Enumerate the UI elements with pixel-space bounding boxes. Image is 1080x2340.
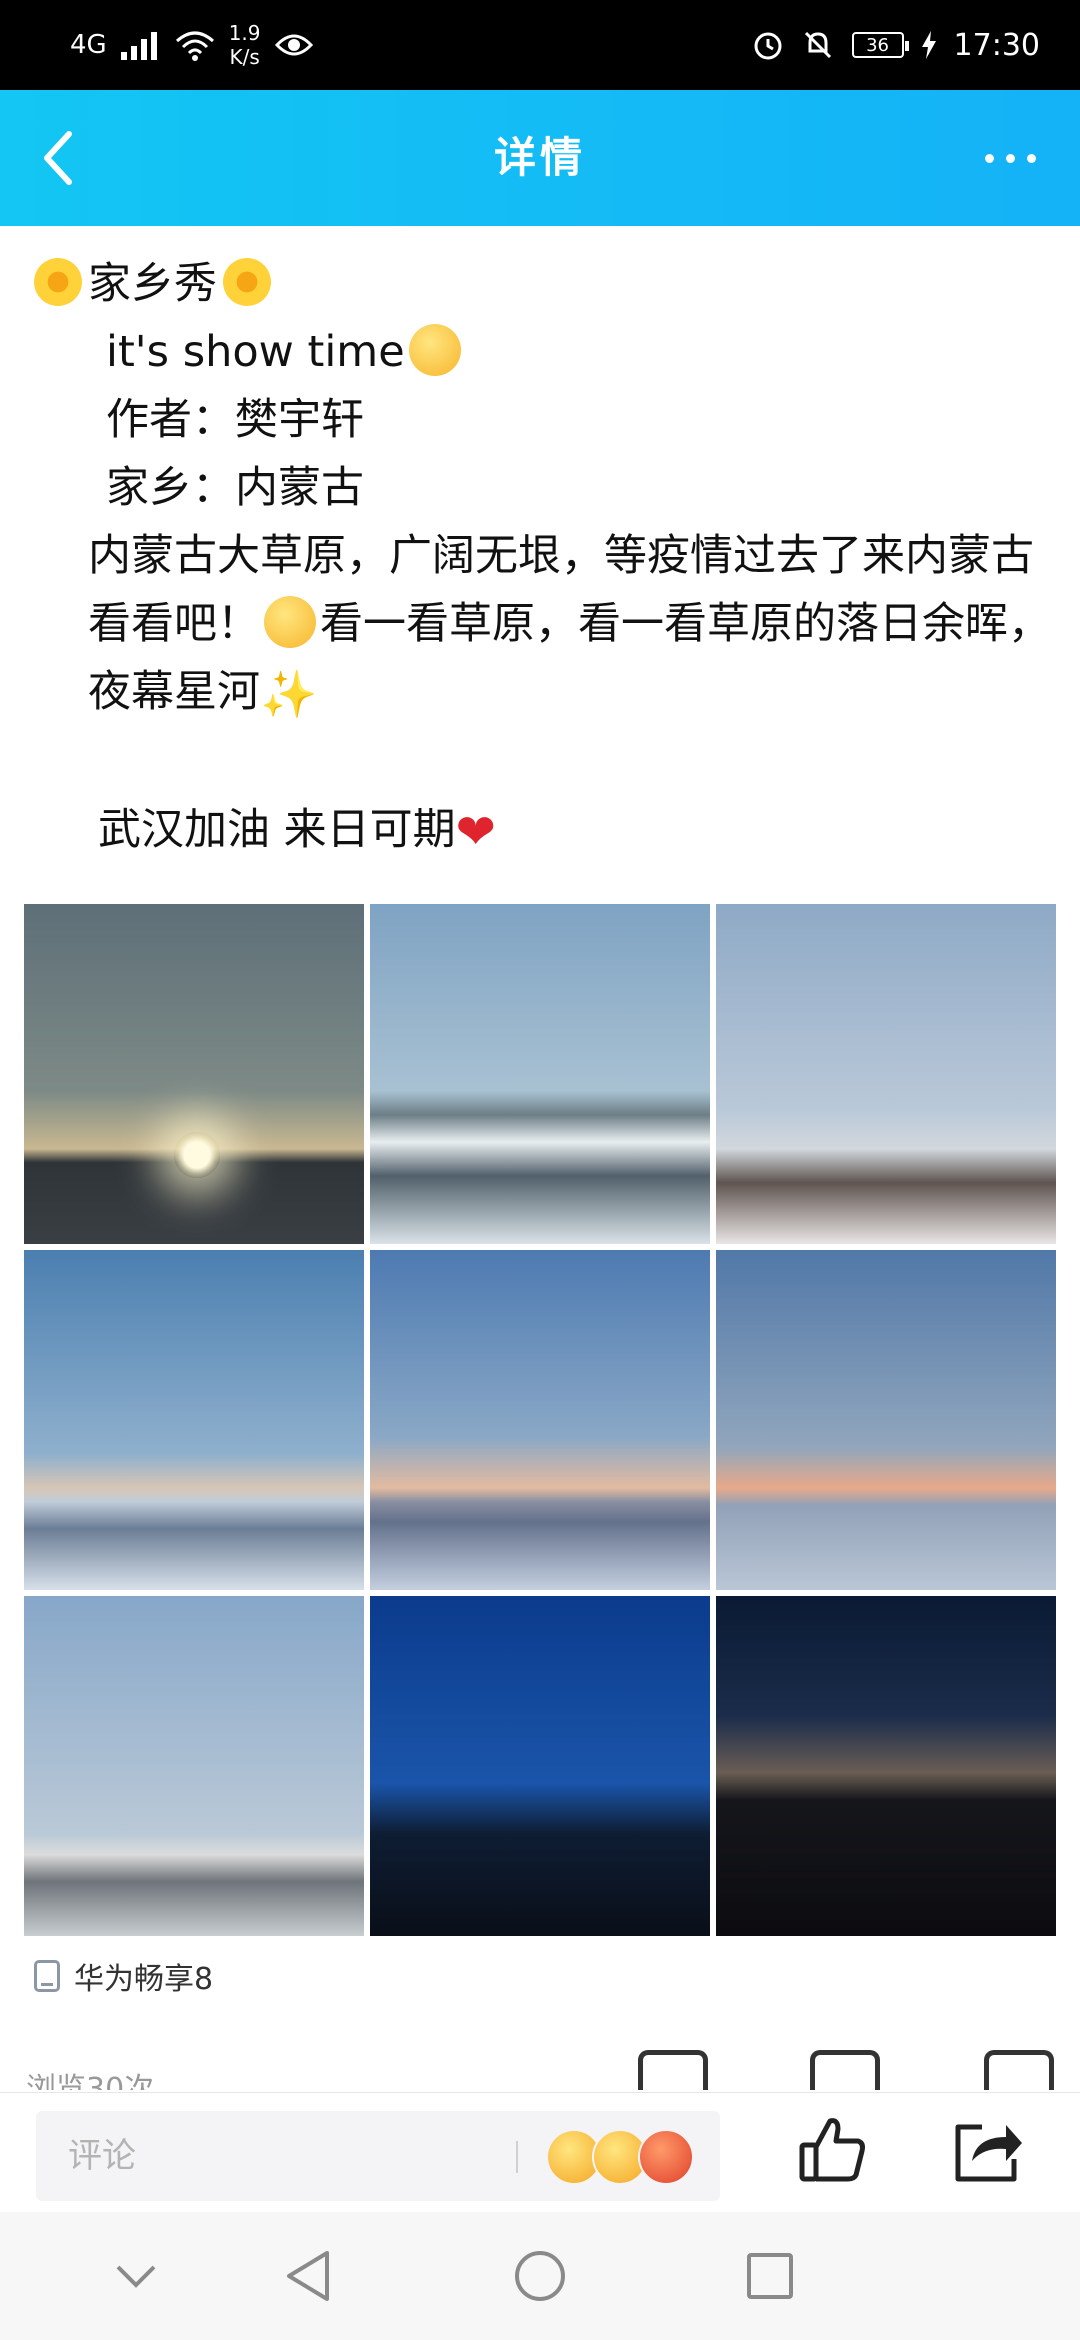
sun-glow [174, 1132, 220, 1178]
comment-divider [516, 2141, 518, 2173]
nav-recents-button[interactable] [740, 2246, 800, 2306]
photo-grid [24, 904, 1056, 1936]
squint-face-emoji-icon [408, 324, 461, 376]
photo-snowy-shore[interactable] [370, 904, 710, 1244]
share-icon [955, 2124, 1022, 2182]
post-hometown-line: 家乡：内蒙古 [28, 454, 1052, 522]
post-subtitle: it's show time [106, 327, 405, 377]
more-dots-icon [1005, 153, 1015, 163]
share-count-icon[interactable] [984, 2050, 1054, 2090]
thumbs-up-icon [799, 2118, 865, 2182]
alarm-icon [754, 32, 782, 60]
post-hometown: 家乡：内蒙古 [106, 463, 364, 513]
circle-home-icon [515, 2251, 565, 2301]
chevron-down-icon [116, 2265, 156, 2288]
view-count: 浏览30次 [26, 2072, 155, 2090]
nav-hide-button[interactable] [106, 2246, 166, 2306]
angry-emoji-icon [638, 2129, 694, 2185]
post-title-line: 家乡秀 [28, 250, 1052, 318]
phone-icon [34, 1960, 60, 1992]
status-left: 4G 1.9 K/s [70, 18, 313, 72]
page-title: 详情 [493, 133, 586, 182]
comment-count-icon[interactable] [810, 2050, 880, 2090]
photo-night-lamp[interactable] [716, 1596, 1056, 1936]
comment-placeholder: 评论 [68, 2136, 136, 2176]
post-body: 内蒙古大草原，广阔无垠，等疫情过去了来内蒙古看看吧！ 看一看草原，看一看草原的落日… [28, 522, 1052, 728]
photo-sunset-sun[interactable] [24, 904, 364, 1244]
system-nav-bar [0, 2212, 1080, 2340]
flower-icon [34, 258, 82, 306]
device-label: 华为畅享8 [74, 1962, 214, 1997]
square-recents-icon [747, 2253, 793, 2299]
post-title: 家乡秀 [88, 259, 217, 309]
emoji-picker-button[interactable] [546, 2129, 694, 2185]
stats-row: 浏览30次 [0, 2050, 1080, 2090]
more-dots-icon [984, 153, 994, 163]
share-button[interactable] [952, 2115, 1026, 2185]
post-author: 作者：樊宇轩 [106, 395, 364, 445]
more-dots-icon [1026, 153, 1036, 163]
nav-home-button[interactable] [510, 2246, 570, 2306]
network-label: 4G [70, 30, 107, 60]
flower-icon [223, 258, 271, 306]
comment-input[interactable]: 评论 [36, 2111, 720, 2201]
post-author-line: 作者：樊宇轩 [28, 386, 1052, 454]
photo-dusk-hills[interactable] [370, 1250, 710, 1590]
like-button[interactable] [798, 2115, 868, 2185]
status-bar: 4G 1.9 K/s 36 17:30 [0, 0, 1080, 90]
status-right: 36 17:30 [752, 18, 1040, 72]
device-tag: 华为畅享8 [34, 1956, 214, 1997]
speed-unit: K/s [229, 45, 260, 69]
grin-face-emoji-icon [264, 596, 316, 648]
post-subtitle-line: it's show time [28, 318, 1052, 386]
eye-icon [274, 34, 313, 56]
like-count-icon[interactable] [638, 2050, 708, 2090]
battery-icon: 36 [851, 32, 909, 58]
comment-bar: 评论 [0, 2092, 1080, 2212]
speed-value: 1.9 [228, 21, 261, 45]
wifi-icon [175, 31, 214, 61]
sparkles-icon: ✨ [260, 667, 318, 721]
network-speed: 1.9 K/s [229, 21, 261, 69]
triangle-back-icon [287, 2251, 329, 2301]
heart-icon: ❤ [455, 804, 496, 860]
app-header: 详情 [0, 90, 1080, 226]
charging-icon [921, 31, 936, 59]
photo-snow-field[interactable] [24, 1250, 364, 1590]
post-closing-line: 武汉加油 来日可期❤ [28, 796, 1052, 864]
post-closing: 武汉加油 来日可期 [98, 805, 456, 855]
more-button[interactable] [970, 124, 1050, 192]
battery-level: 36 [866, 34, 889, 56]
photo-night-street[interactable] [370, 1596, 710, 1936]
nav-back-button[interactable] [278, 2246, 338, 2306]
clock: 17:30 [953, 27, 1040, 63]
post-content: 家乡秀 it's show time 作者：樊宇轩 家乡：内蒙古 内蒙古大草原，… [28, 250, 1052, 864]
signal-icon [120, 32, 157, 60]
photo-snowy-road[interactable] [24, 1596, 364, 1936]
photo-rocky-hill[interactable] [716, 904, 1056, 1244]
photo-dusk-horizon[interactable] [716, 1250, 1056, 1590]
mute-bell-icon [804, 31, 831, 59]
